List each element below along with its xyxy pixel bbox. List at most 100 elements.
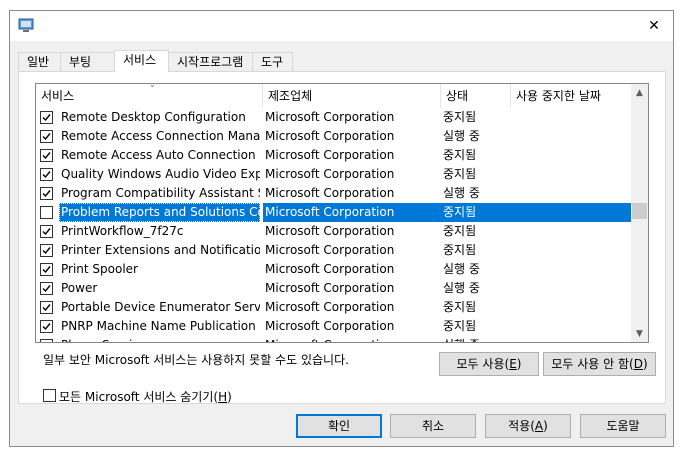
table-row[interactable]: Quality Windows Audio Video Expe... Micro… — [36, 165, 632, 184]
service-name: Print Spooler — [61, 262, 138, 276]
column-header-date-disabled[interactable]: 사용 중지한 날짜 — [511, 84, 632, 108]
table-row[interactable]: Printer Extensions and Notifications Micr… — [36, 241, 632, 260]
scroll-thumb[interactable] — [632, 203, 647, 219]
service-status: 실행 중 — [443, 281, 480, 295]
service-status: 중지됨 — [443, 319, 477, 333]
checkmark-icon — [42, 152, 51, 160]
service-status: 중지됨 — [441, 203, 511, 222]
table-row[interactable]: Phone ServiceMicrosoft Corporation실행 중 — [36, 336, 632, 342]
list-header: ⌄ 서비스 제조업체 상태 사용 중지한 날짜 — [36, 84, 632, 108]
services-list[interactable]: ⌄ 서비스 제조업체 상태 사용 중지한 날짜 Remote Desktop C… — [35, 83, 649, 343]
title-bar: ✕ — [10, 11, 673, 41]
service-manufacturer: Microsoft Corporation — [263, 203, 441, 222]
tab-startup[interactable]: 시작프로그램 — [168, 52, 253, 72]
apply-button[interactable]: 적용(A) — [485, 414, 571, 438]
tab-tools[interactable]: 도구 — [252, 52, 293, 72]
service-name: PrintWorkflow_7f27c — [61, 224, 184, 238]
service-status: 중지됨 — [443, 148, 477, 162]
service-manufacturer: Microsoft Corporation — [265, 148, 395, 162]
service-name: Remote Access Auto Connection M... — [61, 148, 260, 162]
service-status: 중지됨 — [443, 243, 477, 257]
service-status: 실행 중 — [443, 186, 480, 200]
service-status: 중지됨 — [443, 300, 477, 314]
services-panel: ⌄ 서비스 제조업체 상태 사용 중지한 날짜 Remote Desktop C… — [18, 71, 666, 404]
service-name: Printer Extensions and Notifications — [61, 243, 260, 257]
table-row[interactable]: Print Spooler Microsoft Corporation 실행 중 — [36, 260, 632, 279]
table-row[interactable]: PrintWorkflow_7f27c Microsoft Corporation… — [36, 222, 632, 241]
service-checkbox[interactable] — [40, 244, 53, 257]
close-button[interactable]: ✕ — [635, 11, 673, 41]
column-header-status[interactable]: 상태 — [441, 84, 511, 108]
table-row[interactable]: Power Microsoft Corporation 실행 중 — [36, 279, 632, 298]
service-checkbox[interactable] — [40, 111, 53, 124]
service-checkbox[interactable] — [40, 282, 53, 295]
disable-all-button[interactable]: 모두 사용 안 함(D) — [543, 352, 656, 376]
table-row[interactable]: Remote Access Auto Connection M... Micros… — [36, 146, 632, 165]
checkmark-icon — [42, 171, 51, 179]
vertical-scrollbar[interactable]: ▲ ▼ — [631, 84, 648, 342]
cancel-button[interactable]: 취소 — [390, 414, 476, 438]
service-checkbox[interactable] — [40, 206, 53, 219]
service-date-disabled — [511, 222, 632, 241]
enable-all-button[interactable]: 모두 사용(E) — [439, 352, 539, 376]
scroll-up-icon[interactable]: ▲ — [631, 84, 648, 101]
service-checkbox[interactable] — [40, 168, 53, 181]
table-row[interactable]: Problem Reports and Solutions Con...Micr… — [36, 203, 632, 222]
service-name: Portable Device Enumerator Service — [61, 300, 260, 314]
service-date-disabled — [511, 203, 632, 222]
service-name: Phone Service — [59, 336, 260, 342]
service-status: 실행 중 — [443, 262, 480, 276]
tab-boot[interactable]: 부팅 — [60, 52, 115, 72]
help-button[interactable]: 도움말 — [580, 414, 666, 438]
checkmark-icon — [42, 247, 51, 255]
hide-microsoft-services-checkbox[interactable] — [43, 389, 56, 402]
checkmark-icon — [42, 285, 51, 293]
checkmark-icon — [42, 304, 51, 312]
checkmark-icon — [42, 323, 51, 331]
service-manufacturer: Microsoft Corporation — [265, 262, 395, 276]
hide-microsoft-services-label: 모든 Microsoft 서비스 숨기기(H) — [59, 390, 232, 404]
service-checkbox[interactable] — [40, 320, 53, 333]
table-row[interactable]: Remote Desktop Configuration Microsoft Co… — [36, 108, 632, 127]
service-checkbox[interactable] — [40, 225, 53, 238]
tab-general[interactable]: 일반 — [18, 52, 61, 72]
column-header-manufacturer[interactable]: 제조업체 — [263, 84, 441, 108]
system-configuration-window: ✕ 일반 부팅 서비스 시작프로그램 도구 ⌄ 서비스 제조업체 상태 사용 중… — [9, 10, 674, 447]
ok-button[interactable]: 확인 — [296, 414, 382, 438]
service-date-disabled — [511, 298, 632, 317]
service-checkbox[interactable] — [40, 130, 53, 143]
table-row[interactable]: PNRP Machine Name Publication S... Micros… — [36, 317, 632, 336]
service-manufacturer: Microsoft Corporation — [265, 319, 395, 333]
service-manufacturer: Microsoft Corporation — [265, 281, 395, 295]
service-status: 중지됨 — [443, 167, 477, 181]
service-checkbox[interactable] — [40, 187, 53, 200]
service-date-disabled — [511, 108, 632, 127]
table-row[interactable]: Portable Device Enumerator Service Micros… — [36, 298, 632, 317]
checkmark-icon — [42, 266, 51, 274]
service-manufacturer: Microsoft Corporation — [265, 300, 395, 314]
service-name: PNRP Machine Name Publication S... — [61, 319, 260, 333]
checkmark-icon — [42, 190, 51, 198]
service-name: Program Compatibility Assistant Se... — [61, 186, 260, 200]
service-date-disabled — [511, 165, 632, 184]
service-status: 중지됨 — [443, 110, 477, 124]
checkmark-icon — [42, 228, 51, 236]
table-row[interactable]: Program Compatibility Assistant Se... Mic… — [36, 184, 632, 203]
service-name: Power — [61, 281, 98, 295]
service-manufacturer: Microsoft Corporation — [265, 129, 395, 143]
warning-text: 일부 보안 Microsoft 서비스는 사용하지 못할 수도 있습니다. — [43, 353, 349, 367]
service-status: 중지됨 — [443, 224, 477, 238]
service-manufacturer: Microsoft Corporation — [265, 110, 395, 124]
service-date-disabled — [511, 279, 632, 298]
service-checkbox[interactable] — [40, 301, 53, 314]
tab-services[interactable]: 서비스 — [114, 50, 169, 72]
service-checkbox[interactable] — [40, 149, 53, 162]
service-name: Problem Reports and Solutions Con... — [59, 203, 260, 222]
scroll-down-icon[interactable]: ▼ — [631, 325, 648, 342]
checkmark-icon — [42, 114, 51, 122]
service-checkbox[interactable] — [40, 339, 53, 342]
table-row[interactable]: Remote Access Connection Manager Microsof… — [36, 127, 632, 146]
checkmark-icon — [42, 133, 51, 141]
service-checkbox[interactable] — [40, 263, 53, 276]
column-header-service[interactable]: 서비스 — [36, 84, 263, 108]
